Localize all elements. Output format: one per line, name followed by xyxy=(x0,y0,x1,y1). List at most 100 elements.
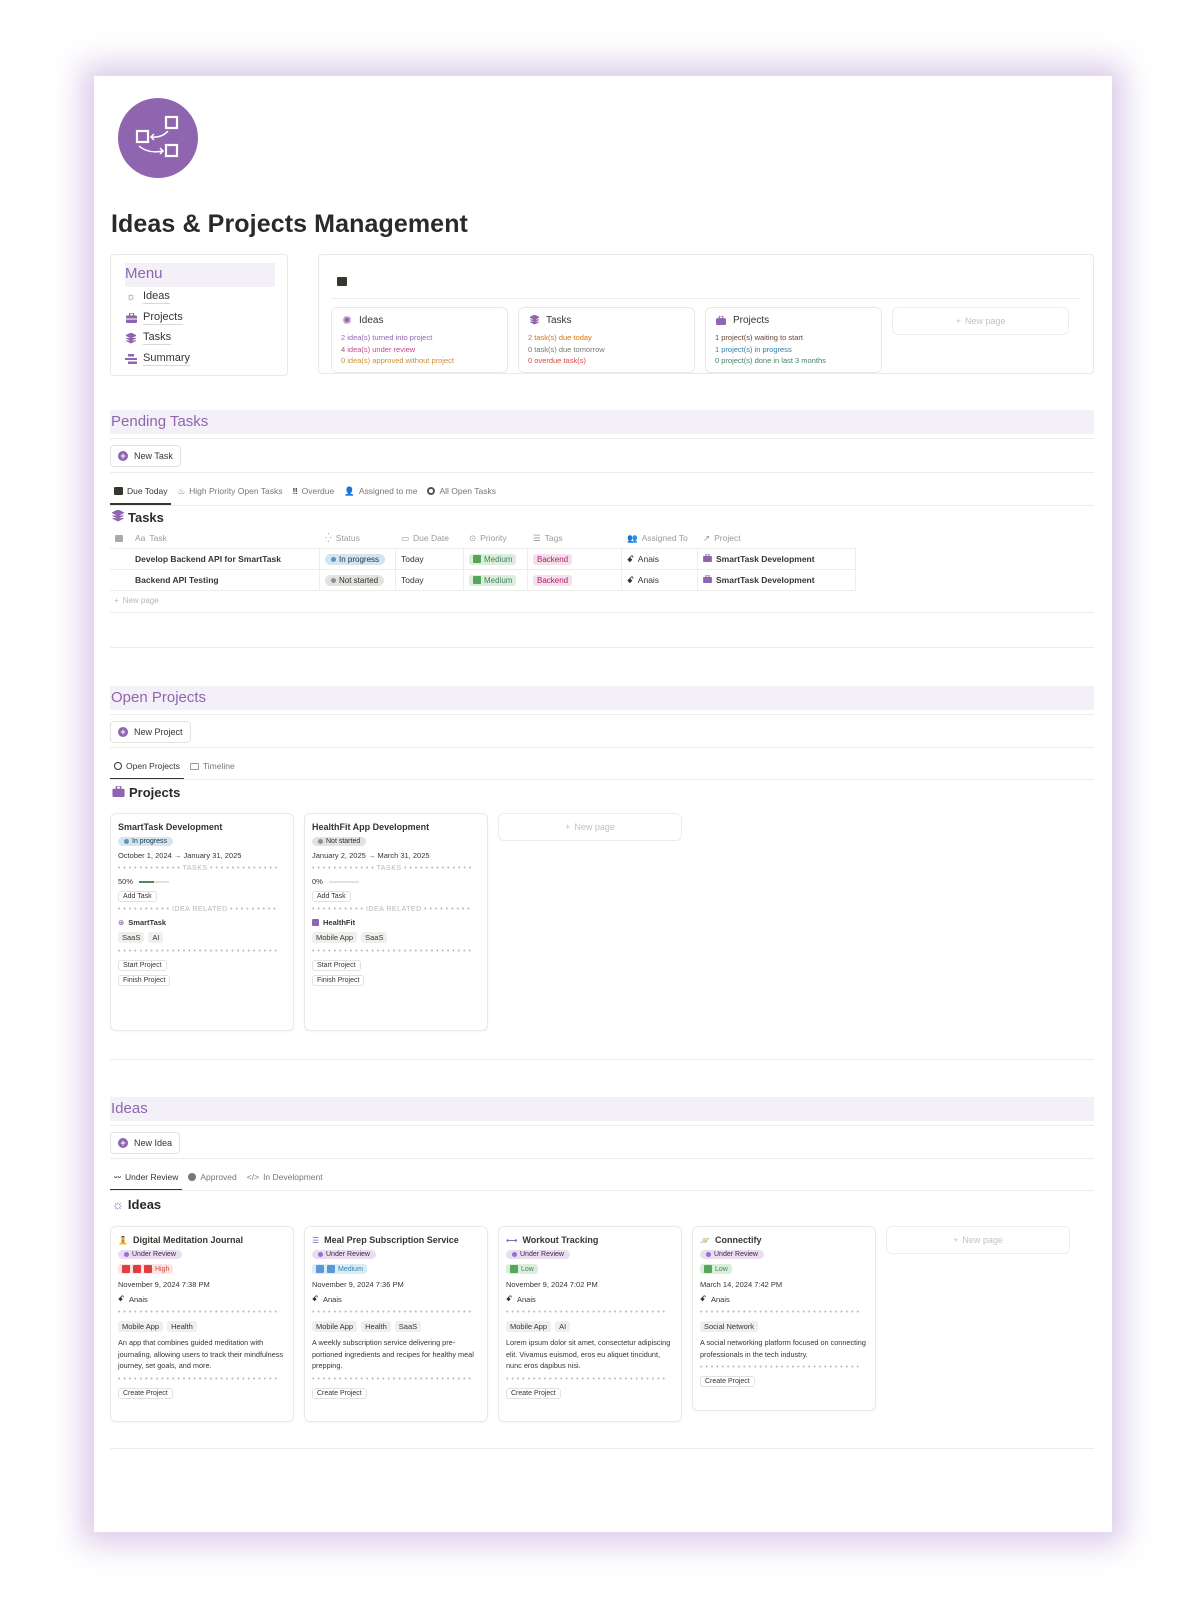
priority-badge: Medium xyxy=(312,1264,367,1274)
project-card[interactable]: HealthFit App Development Not started Ja… xyxy=(304,813,488,1031)
stat-line: 4 idea(s) under review xyxy=(341,344,416,354)
column-header-tags[interactable]: ☰ Tags xyxy=(528,528,622,548)
created-date: November 9, 2024 7:38 PM xyxy=(118,1280,210,1289)
assignee-cell[interactable]: ꗃ Anais xyxy=(622,570,698,590)
status-cell[interactable]: Not started xyxy=(320,570,396,590)
create-project-button[interactable]: Create Project xyxy=(506,1387,561,1399)
priority-cell[interactable]: Medium xyxy=(464,549,528,569)
table-header: Aa Task ⁛ Status ▭ Due Date ⊙ Priority ☰ Tags… xyxy=(110,528,856,549)
calendar-icon: ▭ xyxy=(401,532,410,543)
calendar-icon xyxy=(114,487,123,495)
tab-due-today[interactable]: Due Today xyxy=(109,480,173,505)
column-header-status[interactable]: ⁛ Status xyxy=(320,528,396,548)
tab-label: Open Projects xyxy=(126,761,180,771)
circle-icon xyxy=(427,487,436,495)
tab-assigned-to-me[interactable]: 👤 Assigned to me xyxy=(344,480,417,502)
table-row[interactable]: Backend API Testing Not started Today Me… xyxy=(110,570,856,591)
status-badge: Under Review xyxy=(118,1250,182,1259)
database-title-ideas[interactable]: ☼ Ideas xyxy=(112,1197,161,1212)
project-cell[interactable]: SmartTask Development xyxy=(698,570,856,590)
column-header-due-date[interactable]: ▭ Due Date xyxy=(396,528,464,548)
menu-item-ideas[interactable]: ☼ Ideas xyxy=(125,287,273,308)
separator: • • • • • • • • • • • • • • • • • • • • … xyxy=(700,1309,860,1316)
tab-overdue[interactable]: ‼ Overdue xyxy=(293,480,335,502)
people-icon: 👥 xyxy=(627,532,638,543)
plus-icon: + xyxy=(565,822,571,832)
new-task-button[interactable]: + New Task xyxy=(110,445,181,467)
stat-card-ideas[interactable]: ✺ Ideas 2 idea(s) turned into project 4 i… xyxy=(331,307,508,373)
status-badge: In progress xyxy=(118,837,174,846)
tags-cell[interactable]: Backend xyxy=(528,549,622,569)
stat-card-projects[interactable]: Projects 1 project(s) waiting to start 1… xyxy=(705,307,882,373)
project-card[interactable]: SmartTask Development In progress Octobe… xyxy=(110,813,294,1031)
menu-item-tasks[interactable]: Tasks xyxy=(125,328,273,349)
glasses-icon: ᵕᵕ xyxy=(114,1172,121,1182)
status-cell[interactable]: In progress xyxy=(320,549,396,569)
assignee-cell[interactable]: ꗃ Anais xyxy=(622,549,698,569)
column-header-project[interactable]: ↗ Project xyxy=(698,528,856,548)
idea-card[interactable]: 🪐 Connectify Under Review Low March 14, 2… xyxy=(692,1226,876,1411)
finish-project-button[interactable]: Finish Project xyxy=(312,975,365,986)
column-label: Priority xyxy=(480,533,507,543)
add-task-button[interactable]: Add Task xyxy=(118,891,157,902)
menu-item-projects[interactable]: Projects xyxy=(125,308,273,329)
new-idea-button[interactable]: + New Idea xyxy=(110,1132,181,1154)
status-dot xyxy=(512,1252,517,1257)
separator: • • • • • • • • • • • • • • • • • • • • … xyxy=(700,1364,860,1371)
new-row-button[interactable]: + New page xyxy=(114,596,159,605)
tab-timeline[interactable]: Timeline xyxy=(189,755,235,777)
progress: 0% xyxy=(312,877,480,886)
idea-card[interactable]: ⟷ Workout Tracking Under Review Low Novem… xyxy=(498,1226,682,1422)
menu-item-summary[interactable]: Summary xyxy=(125,349,273,370)
new-page-button[interactable]: + New page xyxy=(892,307,1069,335)
briefcase-icon xyxy=(703,553,712,564)
table-row[interactable]: Develop Backend API for SmartTask In pro… xyxy=(110,549,856,570)
database-title-tasks[interactable]: Tasks xyxy=(111,509,164,525)
task-name-cell[interactable]: Backend API Testing xyxy=(130,570,320,590)
tag-badge: Health xyxy=(167,1321,197,1332)
separator: • • • • • • • • • • • • • • • • • • • • … xyxy=(118,1309,278,1316)
start-project-button[interactable]: Start Project xyxy=(312,960,361,971)
due-date-cell[interactable]: Today xyxy=(396,570,464,590)
tab-high-priority[interactable]: ♨ High Priority Open Tasks xyxy=(177,480,282,502)
task-name-cell[interactable]: Develop Backend API for SmartTask xyxy=(130,549,320,569)
column-header-task[interactable]: Aa Task xyxy=(130,528,320,548)
new-project-page-button[interactable]: + New page xyxy=(498,813,682,841)
tags-cell[interactable]: Backend xyxy=(528,570,622,590)
tab-open-projects[interactable]: Open Projects xyxy=(110,755,184,780)
column-header-priority[interactable]: ⊙ Priority xyxy=(464,528,528,548)
assignee-name: Anais xyxy=(517,1294,536,1304)
stat-card-tasks[interactable]: Tasks 2 task(s) due today 0 task(s) due … xyxy=(518,307,695,373)
status-icon: ⁛ xyxy=(325,532,332,543)
due-date-cell[interactable]: Today xyxy=(396,549,464,569)
related-idea-link[interactable]: ⊛ SmartTask xyxy=(118,918,286,927)
tag-badge: Mobile App xyxy=(506,1321,552,1332)
tab-approved[interactable]: Approved xyxy=(188,1166,237,1188)
new-idea-page-button[interactable]: + New page xyxy=(886,1226,1070,1254)
add-task-button[interactable]: Add Task xyxy=(312,891,351,902)
idea-card[interactable]: 🧘 Digital Meditation Journal Under Review… xyxy=(110,1226,294,1422)
create-project-button[interactable]: Create Project xyxy=(118,1387,173,1399)
related-idea-link[interactable]: HealthFit xyxy=(312,918,480,927)
assignee-name: Anais xyxy=(323,1294,342,1304)
tab-all-open-tasks[interactable]: All Open Tasks xyxy=(427,480,496,502)
new-page-label: New page xyxy=(962,1235,1003,1245)
priority-label: High xyxy=(155,1265,170,1273)
start-project-button[interactable]: Start Project xyxy=(118,960,167,971)
database-title-projects[interactable]: Projects xyxy=(112,785,180,800)
finish-project-button[interactable]: Finish Project xyxy=(118,975,171,986)
project-cell[interactable]: SmartTask Development xyxy=(698,549,856,569)
create-project-button[interactable]: Create Project xyxy=(700,1376,755,1387)
priority-label: Low xyxy=(715,1265,728,1273)
idea-card[interactable]: ☰ Meal Prep Subscription Service Under Re… xyxy=(304,1226,488,1422)
new-project-button[interactable]: + New Project xyxy=(110,721,191,743)
button-label: New Idea xyxy=(134,1138,173,1148)
tab-under-review[interactable]: ᵕᵕ Under Review xyxy=(109,1166,183,1191)
priority-cell[interactable]: Medium xyxy=(464,570,528,590)
create-project-button[interactable]: Create Project xyxy=(312,1387,367,1399)
column-header-assigned-to[interactable]: 👥 Assigned To xyxy=(622,528,698,548)
page-icon[interactable] xyxy=(118,98,198,178)
assignee: ꗃ Anais xyxy=(312,1294,480,1304)
tab-in-development[interactable]: </> In Development xyxy=(247,1166,323,1188)
fire-icon: ♨ xyxy=(177,485,186,496)
